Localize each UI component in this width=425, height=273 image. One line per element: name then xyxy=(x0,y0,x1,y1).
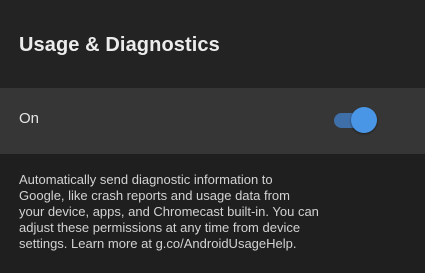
header: Usage & Diagnostics xyxy=(0,0,425,88)
page-title: Usage & Diagnostics xyxy=(19,34,220,56)
description-line: adjust these permissions at any time fro… xyxy=(19,220,301,235)
usage-diagnostics-toggle[interactable] xyxy=(334,107,377,133)
usage-diagnostics-screen: Usage & Diagnostics On Automatically sen… xyxy=(0,0,425,273)
description-line: Automatically send diagnostic informatio… xyxy=(19,172,273,187)
description-line: settings. Learn more at g.co/AndroidUsag… xyxy=(19,236,297,251)
toggle-thumb xyxy=(351,107,377,133)
description-line: Google, like crash reports and usage dat… xyxy=(19,188,290,203)
setting-label: On xyxy=(19,110,40,127)
usage-diagnostics-setting-row[interactable]: On xyxy=(0,88,425,154)
description-line: your device, apps, and Chromecast built-… xyxy=(19,204,319,219)
description-text: Automatically send diagnostic informatio… xyxy=(19,172,414,252)
